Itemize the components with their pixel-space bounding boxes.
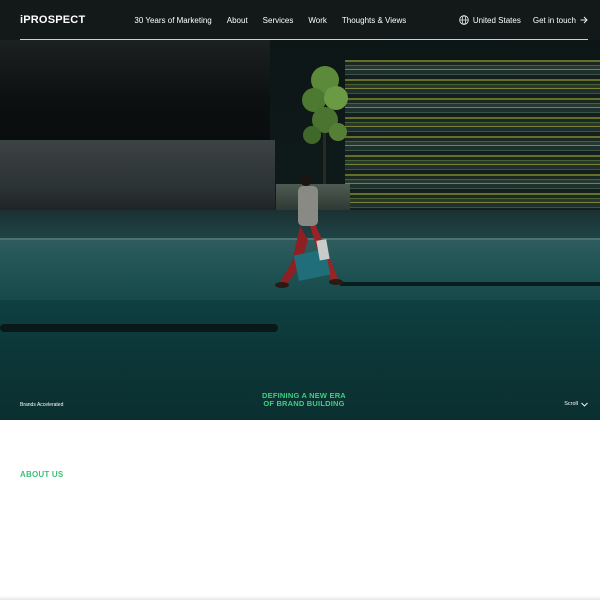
nav-link-30-years[interactable]: 30 Years of Marketing bbox=[134, 16, 211, 25]
section-shadow bbox=[0, 596, 600, 600]
nav-right: United States Get in touch bbox=[459, 15, 588, 25]
walking-person-image bbox=[275, 174, 343, 288]
chevron-down-icon bbox=[581, 402, 588, 407]
nav-link-services[interactable]: Services bbox=[263, 16, 294, 25]
nav-link-about[interactable]: About bbox=[227, 16, 248, 25]
globe-icon bbox=[459, 15, 469, 25]
road-marking bbox=[0, 324, 278, 332]
hero-banner bbox=[0, 0, 600, 420]
building-panel bbox=[0, 140, 275, 210]
road-marking-right bbox=[340, 282, 600, 286]
nav-divider bbox=[20, 39, 588, 40]
scroll-label: Scroll bbox=[564, 401, 578, 407]
scroll-button[interactable]: Scroll bbox=[564, 401, 588, 407]
building-wall bbox=[0, 40, 270, 140]
about-us-label: ABOUT US bbox=[20, 470, 64, 479]
region-selector[interactable]: United States bbox=[459, 15, 521, 25]
nav-link-thoughts-views[interactable]: Thoughts & Views bbox=[342, 16, 406, 25]
arrow-right-icon bbox=[580, 16, 588, 24]
region-label: United States bbox=[472, 15, 521, 25]
glitch-stripes bbox=[345, 60, 600, 210]
hero-tagline: Brands Accelerated bbox=[20, 402, 64, 408]
get-in-touch-link[interactable]: Get in touch bbox=[533, 16, 588, 25]
brand-logo[interactable]: iPROSPECT bbox=[20, 14, 85, 26]
hero-headline: DEFINING A NEW ERA OF BRAND BUILDING bbox=[230, 392, 378, 408]
cta-label: Get in touch bbox=[532, 15, 576, 25]
hero-headline-line-2: OF BRAND BUILDING bbox=[263, 399, 345, 408]
nav-links: 30 Years of Marketing About Services Wor… bbox=[134, 16, 421, 25]
nav-link-work[interactable]: Work bbox=[308, 16, 327, 25]
top-navigation: iPROSPECT 30 Years of Marketing About Se… bbox=[20, 0, 588, 40]
